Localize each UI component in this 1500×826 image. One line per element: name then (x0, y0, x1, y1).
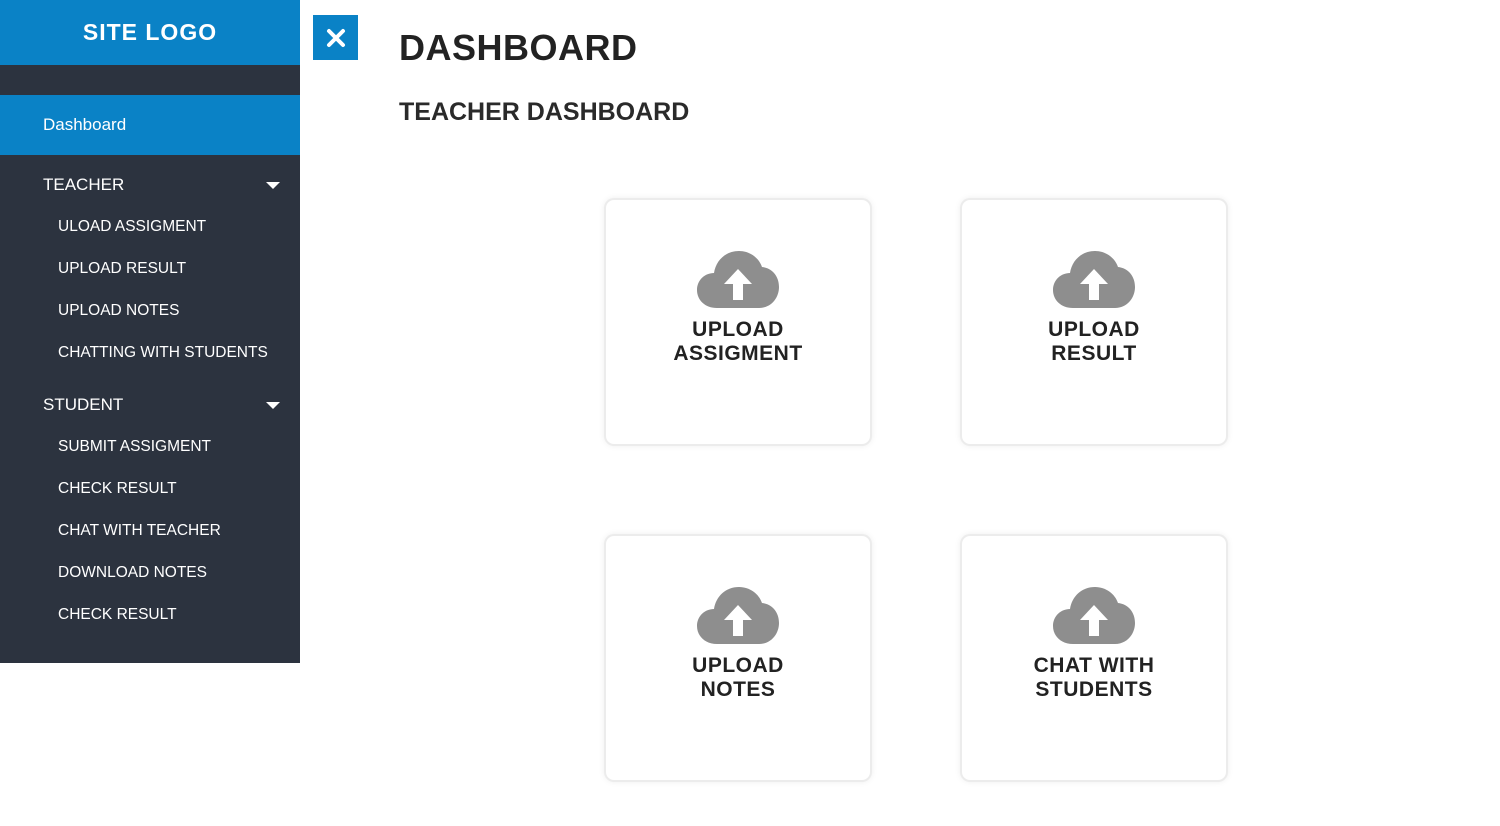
cloud-upload-icon (1053, 587, 1135, 644)
cloud-upload-icon (697, 587, 779, 644)
sidebar: SITE LOGO Dashboard TEACHER ULOAD ASSIGM… (0, 0, 300, 663)
sidebar-group-label: STUDENT (43, 395, 124, 414)
sidebar-item-dashboard[interactable]: Dashboard (0, 95, 300, 155)
sidebar-item-upload-notes[interactable]: UPLOAD NOTES (0, 290, 300, 332)
sidebar-nav: Dashboard TEACHER ULOAD ASSIGMENT UPLOAD… (0, 95, 300, 644)
close-icon (326, 28, 345, 47)
card-label: UPLOAD NOTES (692, 654, 784, 701)
card-chat-with-students[interactable]: CHAT WITH STUDENTS (962, 536, 1226, 780)
card-label: UPLOAD RESULT (1048, 318, 1140, 365)
sidebar-group-label: TEACHER (43, 175, 125, 194)
chevron-down-icon (266, 181, 280, 189)
sidebar-item-submit-assignment[interactable]: SUBMIT ASSIGMENT (0, 426, 300, 468)
sidebar-item-chatting-with-students[interactable]: CHATTING WITH STUDENTS (0, 332, 300, 374)
teacher-submenu: ULOAD ASSIGMENT UPLOAD RESULT UPLOAD NOT… (0, 206, 300, 382)
cloud-upload-icon (1053, 251, 1135, 308)
sidebar-item-upload-result[interactable]: UPLOAD RESULT (0, 248, 300, 290)
chevron-down-icon (266, 401, 280, 409)
sidebar-item-upload-assignment[interactable]: ULOAD ASSIGMENT (0, 206, 300, 248)
card-upload-assignment[interactable]: UPLOAD ASSIGMENT (606, 200, 870, 444)
cloud-upload-icon (697, 251, 779, 308)
student-submenu: SUBMIT ASSIGMENT CHECK RESULT CHAT WITH … (0, 426, 300, 644)
sidebar-item-check-result-2[interactable]: CHECK RESULT (0, 594, 300, 636)
page-subtitle: TEACHER DASHBOARD (399, 98, 690, 126)
sidebar-item-download-notes[interactable]: DOWNLOAD NOTES (0, 552, 300, 594)
card-label: UPLOAD ASSIGMENT (673, 318, 803, 365)
sidebar-item-check-result[interactable]: CHECK RESULT (0, 468, 300, 510)
card-upload-notes[interactable]: UPLOAD NOTES (606, 536, 870, 780)
page-title: DASHBOARD (399, 27, 638, 68)
sidebar-item-chat-with-teacher[interactable]: CHAT WITH TEACHER (0, 510, 300, 552)
site-logo[interactable]: SITE LOGO (0, 0, 300, 65)
card-upload-result[interactable]: UPLOAD RESULT (962, 200, 1226, 444)
card-label: CHAT WITH STUDENTS (1033, 654, 1155, 701)
close-sidebar-button[interactable] (313, 15, 358, 60)
